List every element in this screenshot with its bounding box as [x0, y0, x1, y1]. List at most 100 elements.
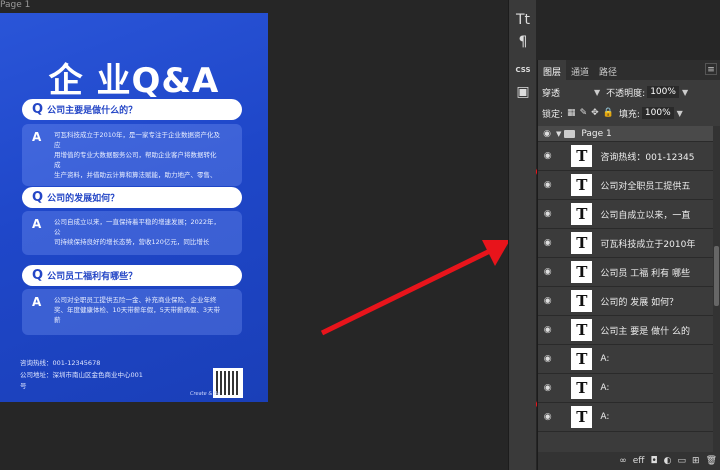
eye-icon[interactable]: ◉: [538, 129, 556, 139]
lock-brush-icon[interactable]: ✎: [580, 108, 588, 118]
folder-icon[interactable]: ▭: [678, 456, 687, 466]
text-layer-thumb-icon: T: [571, 174, 593, 196]
layer-name: 咨询热线：001-12345: [600, 152, 695, 163]
blend-mode-select[interactable]: 穿透: [542, 86, 594, 99]
layer-name: 公司自成立以来，一直: [600, 210, 691, 221]
q-mark: Q: [32, 190, 44, 205]
question-pill-1[interactable]: Q 公司主要是做什么的？: [22, 99, 242, 120]
chevron-down-icon[interactable]: ▼: [682, 88, 688, 97]
eye-icon[interactable]: ◉: [538, 151, 557, 161]
adjustment-icon[interactable]: ◐: [664, 456, 672, 466]
text-layer-thumb-icon: T: [571, 261, 593, 283]
poster-document[interactable]: 企 业Q&A Q 公司主要是做什么的？ A 可瓦科技成立于2010年，是一家专注…: [0, 13, 268, 402]
eye-icon[interactable]: ◉: [538, 267, 557, 277]
q-mark: Q: [32, 268, 44, 283]
layer-group[interactable]: ◉ ▼ Page 1: [538, 126, 714, 142]
layers-list[interactable]: ◉ ▼ Page 1 ◉ T 咨询热线：001-12345 ◉ T 公司对全职员…: [538, 126, 714, 452]
layer-name: 公司主 要是 做什 么的: [600, 326, 691, 337]
text-layer-thumb-icon: T: [571, 348, 593, 370]
layer-row[interactable]: ◉ T A:: [538, 374, 714, 403]
css-tool-icon[interactable]: CSS: [512, 60, 534, 80]
text-layer-thumb-icon: T: [571, 145, 593, 167]
scrollbar-thumb[interactable]: [714, 246, 719, 306]
footer-hotline[interactable]: 咨询热线：001-12345678: [20, 357, 100, 367]
layer-name: A:: [600, 383, 610, 393]
eye-icon[interactable]: ◉: [538, 383, 557, 393]
tab-layers[interactable]: 图层: [538, 60, 567, 80]
layers-scrollbar[interactable]: [713, 126, 720, 452]
panel-menu-icon[interactable]: ≡: [705, 63, 717, 75]
lock-move-icon[interactable]: ✥: [591, 108, 599, 118]
footer-address-cont[interactable]: 号: [20, 380, 27, 390]
lock-all-icon[interactable]: 🔒: [603, 108, 614, 118]
canvas-area[interactable]: Page 1 企 业Q&A Q 公司主要是做什么的？ A 可瓦科技成立于2010…: [0, 0, 505, 470]
blend-row: 穿透 ▼ 不透明度: 100% ▼: [538, 82, 720, 102]
q-mark: Q: [32, 102, 44, 117]
eye-icon[interactable]: ◉: [538, 354, 557, 364]
footer-address[interactable]: 公司地址：深圳市南山区金色商业中心001: [20, 369, 143, 379]
layer-row[interactable]: ◉ T A:: [538, 345, 714, 374]
brand-mark: Create & Be: [190, 391, 221, 397]
effects-icon[interactable]: eff: [633, 456, 645, 466]
poster-title[interactable]: 企 业Q&A: [0, 53, 268, 102]
text-layer-thumb-icon: T: [571, 406, 593, 428]
lock-label: 锁定:: [542, 109, 564, 120]
layers-panel: 图层 通道 路径 ≡ 穿透 ▼ 不透明度: 100% ▼ 锁定: ▦ ✎ ✥ 🔒…: [537, 60, 720, 470]
question-pill-2[interactable]: Q 公司的发展如何？: [22, 187, 242, 208]
layer-row[interactable]: ◉ T 公司对全职员工提供五: [538, 171, 714, 200]
layer-name: 公司的 发展 如何？: [600, 297, 679, 308]
lock-row: 锁定: ▦ ✎ ✥ 🔒 填充: 100% ▼: [538, 104, 720, 122]
opacity-input[interactable]: 100%: [647, 86, 679, 98]
question-pill-3[interactable]: Q 公司员工福利有哪些？: [22, 265, 242, 286]
answer-text: 可瓦科技成立于2010年，是一家专注于企业数据资产化及 应 用增值的专业大数据服…: [54, 131, 221, 179]
text-layer-thumb-icon: T: [571, 377, 593, 399]
answer-text: 公司自成立以来，一直保持着平稳的增速发展；2022年， 公 司持续保持良好的增长…: [54, 218, 221, 246]
eye-icon[interactable]: ◉: [538, 209, 557, 219]
layer-row[interactable]: ◉ T 公司主 要是 做什 么的: [538, 316, 714, 345]
question-text: 公司主要是做什么的？: [47, 106, 138, 116]
layer-name: 公司员 工福 利有 哪些: [600, 268, 691, 279]
chevron-down-icon[interactable]: ▼: [677, 109, 683, 118]
question-text: 公司的发展如何？: [47, 194, 120, 204]
mask-icon[interactable]: ◘: [651, 456, 658, 466]
text-tool-icon[interactable]: Tt: [512, 10, 534, 30]
layer-row[interactable]: ◉ T 公司自成立以来，一直: [538, 200, 714, 229]
fill-input[interactable]: 100%: [641, 107, 674, 119]
tab-paths[interactable]: 路径: [594, 60, 622, 80]
chevron-down-icon[interactable]: ▼: [594, 88, 600, 97]
answer-box-1[interactable]: A 可瓦科技成立于2010年，是一家专注于企业数据资产化及 应 用增值的专业大数…: [22, 124, 242, 186]
opacity-label: 不透明度:: [606, 88, 646, 99]
layer-name: 可瓦科技成立于2010年: [600, 239, 696, 250]
layer-name: A:: [600, 354, 610, 364]
layer-name: 公司对全职员工提供五: [600, 181, 691, 192]
new-layer-icon[interactable]: ⊞: [692, 456, 700, 466]
eye-icon[interactable]: ◉: [538, 238, 557, 248]
paragraph-tool-icon[interactable]: ¶: [512, 32, 534, 52]
layer-row[interactable]: ◉ T 公司的 发展 如何？: [538, 287, 714, 316]
eye-icon[interactable]: ◉: [538, 325, 557, 335]
image-tool-icon[interactable]: ▣: [512, 82, 534, 102]
layer-name: A:: [600, 412, 610, 422]
folder-icon: [564, 129, 576, 138]
layer-row[interactable]: ◉ T 咨询热线：001-12345: [538, 142, 714, 171]
tool-strip: Tt ¶ CSS ▣: [508, 0, 536, 470]
eye-icon[interactable]: ◉: [538, 296, 557, 306]
fill-label: 填充:: [618, 109, 640, 120]
answer-box-2[interactable]: A 公司自成立以来，一直保持着平稳的增速发展；2022年， 公 司持续保持良好的…: [22, 211, 242, 255]
tab-channels[interactable]: 通道: [566, 60, 594, 80]
eye-icon[interactable]: ◉: [538, 412, 557, 422]
a-mark: A: [32, 295, 42, 309]
trash-icon[interactable]: 🗑: [706, 456, 717, 466]
lock-transparency-icon[interactable]: ▦: [567, 108, 576, 118]
layer-row[interactable]: ◉ T A:: [538, 403, 714, 432]
link-icon[interactable]: ∞: [619, 456, 627, 466]
eye-icon[interactable]: ◉: [538, 180, 557, 190]
answer-box-3[interactable]: A 公司对全职员工提供五险一金、补充商业保险、企业年终 奖、年度健康体检、10天…: [22, 289, 242, 335]
panel-tabs: 图层 通道 路径: [538, 60, 720, 80]
text-layer-thumb-icon: T: [571, 319, 593, 341]
caret-down-icon[interactable]: ▼: [556, 130, 561, 138]
layer-row[interactable]: ◉ T 公司员 工福 利有 哪些: [538, 258, 714, 287]
layer-row[interactable]: ◉ T 可瓦科技成立于2010年: [538, 229, 714, 258]
a-mark: A: [32, 130, 42, 144]
answer-text: 公司对全职员工提供五险一金、补充商业保险、企业年终 奖、年度健康体检、10天带薪…: [54, 296, 221, 324]
